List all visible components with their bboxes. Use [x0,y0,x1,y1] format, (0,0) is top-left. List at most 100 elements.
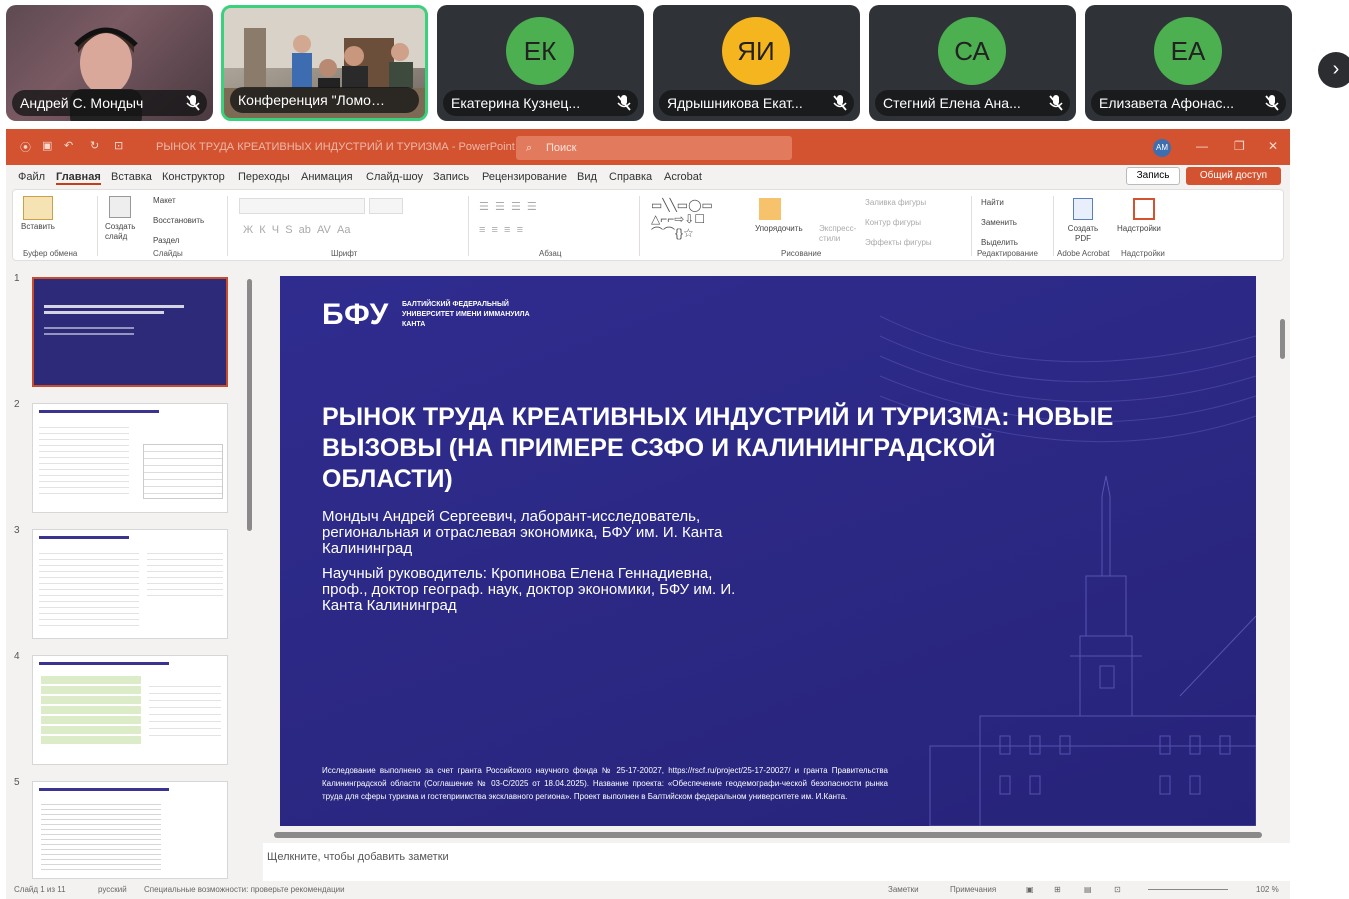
divider [97,196,98,256]
paste-icon[interactable] [23,196,53,220]
minimize-icon[interactable]: — [1196,139,1208,153]
new-slide-icon[interactable] [109,196,131,218]
tab-acrobat[interactable]: Acrobat [664,171,702,183]
slideshow-view-icon[interactable]: ⊡ [1114,885,1121,894]
tab-home[interactable]: Главная [56,171,101,185]
quick-styles-button[interactable]: Экспресс-стили [819,224,856,244]
next-participants-button[interactable]: › [1318,52,1349,88]
avatar: ЕК [506,17,574,85]
slide-thumbnail-5[interactable] [32,781,228,879]
layout-button[interactable]: Макет [153,196,176,205]
participants-strip: Андрей С. Мондыч Конференция "Ломон... Е… [0,0,1349,128]
mic-muted-icon [1265,95,1279,111]
font-size-select[interactable] [369,198,403,214]
participant-name: Конференция "Ломон... [230,87,419,113]
create-pdf-button[interactable]: Создать PDF [1063,224,1103,244]
slide-scrollbar[interactable] [1280,319,1285,359]
search-input[interactable]: ⌕ Поиск [516,136,792,160]
autosave-icon[interactable]: ⦿ [20,139,31,155]
replace-button[interactable]: Заменить [981,218,1017,227]
participant-tile[interactable]: ЕА Елизавета Афонас... [1085,5,1292,121]
shapes-gallery[interactable]: ▭╲╲▭◯▭ △⌐⌐⇨⇩☐ ⌒⌒{}☆ [651,198,713,240]
university-name: БАЛТИЙСКИЙ ФЕДЕРАЛЬНЫЙ УНИВЕРСИТЕТ ИМЕНИ… [402,301,530,328]
save-icon[interactable]: ▣ [42,139,52,152]
present-icon[interactable]: ⊡ [114,139,123,152]
search-placeholder: Поиск [546,142,577,154]
group-paragraph: Абзац [539,249,562,258]
title-bar: ⦿ ▣ ↶ ↻ ⊡ РЫНОК ТРУДА КРЕАТИВНЫХ ИНДУСТР… [6,129,1290,165]
slide-thumbnail-4[interactable] [32,655,228,765]
window-title: РЫНОК ТРУДА КРЕАТИВНЫХ ИНДУСТРИЙ И ТУРИЗ… [156,141,515,153]
close-icon[interactable]: ✕ [1268,139,1278,153]
undo-icon[interactable]: ↶ [64,139,73,152]
normal-view-icon[interactable]: ▣ [1026,885,1034,894]
tab-transitions[interactable]: Переходы [238,171,290,183]
notes-pane[interactable]: Щелкните, чтобы добавить заметки [263,843,1290,881]
arrange-icon[interactable] [759,198,781,220]
zoom-slider[interactable] [1148,889,1228,890]
slide-thumbnail-2[interactable] [32,403,228,513]
participant-tile[interactable]: СА Стегний Елена Ана... [869,5,1076,121]
tab-help[interactable]: Справка [609,171,652,183]
group-drawing: Рисование [781,249,822,258]
slide-number: 2 [14,399,20,410]
section-button[interactable]: Раздел [153,236,179,245]
slide-number: 3 [14,525,20,536]
list-buttons[interactable]: ☰ ☰ ☰ ☰ [479,200,537,213]
participant-tile[interactable]: ЕК Екатерина Кузнец... [437,5,644,121]
maximize-icon[interactable]: ❐ [1234,139,1245,153]
sorter-view-icon[interactable]: ⊞ [1054,885,1061,894]
arrange-button[interactable]: Упорядочить [755,224,803,233]
slide-number: 5 [14,777,20,788]
reading-view-icon[interactable]: ▤ [1084,885,1092,894]
group-clipboard: Буфер обмена [23,249,78,258]
zoom-level[interactable]: 102 % [1256,885,1279,894]
pdf-icon[interactable] [1073,198,1093,220]
account-avatar[interactable]: AM [1153,139,1171,157]
divider [971,196,972,256]
slide-thumbnail-1[interactable] [32,277,228,387]
align-buttons[interactable]: ≡ ≡ ≡ ≡ [479,224,523,236]
participant-tile[interactable]: ЯИ Ядрышникова Екат... [653,5,860,121]
tab-record[interactable]: Запись [433,171,469,183]
addins-icon[interactable] [1133,198,1155,220]
participant-tile-active[interactable]: Конференция "Ломон... [221,5,428,121]
language-indicator[interactable]: русский [98,885,127,894]
addins-button[interactable]: Надстройки [1117,224,1161,233]
slide-thumbnail-3[interactable] [32,529,228,639]
tab-slideshow[interactable]: Слайд-шоу [366,171,423,183]
divider [1053,196,1054,256]
tab-insert[interactable]: Вставка [111,171,152,183]
select-button[interactable]: Выделить [981,238,1018,247]
slide-number: 4 [14,651,20,662]
format-buttons[interactable]: Ж К Ч S ab AV Aa [243,224,350,236]
search-icon: ⌕ [526,142,533,154]
tab-animation[interactable]: Анимация [301,171,353,183]
notes-placeholder: Щелкните, чтобы добавить заметки [267,851,449,863]
thumbnail-scrollbar[interactable] [247,279,252,531]
participant-tile[interactable]: Андрей С. Мондыч [6,5,213,121]
avatar: СА [938,17,1006,85]
comments-toggle[interactable]: Примечания [950,885,996,894]
redo-icon[interactable]: ↻ [90,139,99,152]
tab-view[interactable]: Вид [577,171,597,183]
shape-outline-button[interactable]: Контур фигуры [865,218,921,227]
group-font: Шрифт [331,249,358,258]
horizontal-scrollbar[interactable] [274,832,1262,838]
slide-canvas[interactable]: БФУ БАЛТИЙСКИЙ ФЕДЕРАЛЬНЫЙ УНИВЕРСИТЕТ И… [280,276,1256,826]
paste-button[interactable]: Вставить [21,222,55,231]
find-button[interactable]: Найти [981,198,1004,207]
reset-button[interactable]: Восстановить [153,216,204,225]
new-slide-button[interactable]: Создать слайд [105,222,141,242]
accessibility-status[interactable]: Специальные возможности: проверьте реком… [144,885,345,894]
record-button[interactable]: Запись [1126,167,1180,185]
share-button[interactable]: Общий доступ [1186,167,1281,185]
tab-review[interactable]: Рецензирование [482,171,567,183]
tab-file[interactable]: Файл [18,171,45,183]
notes-toggle[interactable]: Заметки [888,885,919,894]
shape-effects-button[interactable]: Эффекты фигуры [865,238,932,247]
tab-design[interactable]: Конструктор [162,171,225,183]
shape-fill-button[interactable]: Заливка фигуры [865,198,926,207]
font-name-select[interactable] [239,198,365,214]
slide-counter: Слайд 1 из 11 [14,885,66,894]
